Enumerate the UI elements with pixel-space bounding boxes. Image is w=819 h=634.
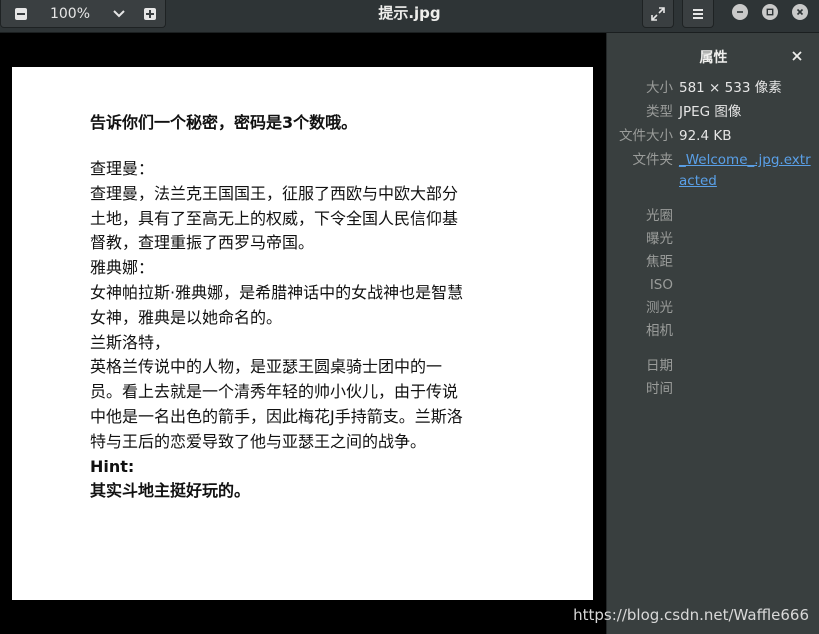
- prop-value: 581 × 533 像素: [679, 80, 782, 96]
- plus-icon: [144, 8, 156, 20]
- hamburger-icon: [693, 8, 703, 19]
- watermark: https://blog.csdn.net/Waffle666: [573, 606, 809, 624]
- image-line: 兰斯洛特，: [90, 332, 171, 352]
- image-line: 女神，雅典是以她命名的。: [90, 307, 283, 327]
- hint-label: Hint:: [90, 456, 135, 476]
- image-line: 英格兰传说中的人物，是亚瑟王圆桌骑士团中的一: [90, 357, 443, 377]
- close-button[interactable]: [792, 4, 808, 20]
- hint-text: 其实斗地主挺好玩的。: [90, 481, 251, 501]
- exif-label-aperture: 光圈: [646, 208, 673, 224]
- folder-link[interactable]: _Welcome_.jpg.extr: [679, 150, 811, 170]
- image-line: 查理曼，法兰克王国国王，征服了西欧与中欧大部分: [90, 183, 459, 203]
- image-line: 雅典娜：: [90, 258, 155, 278]
- chevron-down-icon: [113, 10, 125, 18]
- fullscreen-button[interactable]: [642, 0, 674, 28]
- close-icon: [792, 51, 802, 61]
- prop-value: JPEG 图像: [679, 104, 742, 120]
- exif-label-date: 日期: [646, 358, 673, 374]
- minimize-icon: [737, 11, 743, 13]
- window-title: 提示.jpg: [378, 4, 441, 22]
- exif-label-iso: ISO: [649, 277, 673, 293]
- prop-value: 92.4 KB: [679, 128, 732, 144]
- image-line: 中他是一名出色的箭手，因此梅花J手持箭支。兰斯洛: [90, 406, 463, 426]
- exif-label-time: 时间: [646, 381, 673, 397]
- fullscreen-icon: [651, 6, 665, 21]
- zoom-in-button[interactable]: [140, 4, 160, 24]
- header-bar: 100% 提示.jpg: [0, 0, 819, 33]
- image-line: 督教，查理重振了西罗马帝国。: [90, 233, 315, 253]
- image-line: 查理曼：: [90, 159, 155, 178]
- displayed-image: 告诉你们一个秘密，密码是3个数哦。 查理曼： 查理曼，法兰克王国国王，征服了西欧…: [12, 67, 593, 600]
- minimize-button[interactable]: [732, 4, 748, 20]
- prop-label: 文件大小: [619, 128, 673, 144]
- image-line: 土地，具有了至高无上的权威，下令全国人民信仰基: [90, 208, 459, 228]
- zoom-control: 100%: [0, 0, 166, 28]
- image-text: 告诉你们一个秘密，密码是3个数哦。 查理曼： 查理曼，法兰克王国国王，征服了西欧…: [90, 111, 520, 504]
- image-view[interactable]: 告诉你们一个秘密，密码是3个数哦。 查理曼： 查理曼，法兰克王国国王，征服了西欧…: [0, 33, 606, 634]
- folder-link[interactable]: acted: [679, 171, 717, 191]
- exif-label-focal: 焦距: [646, 254, 673, 270]
- prop-label: 文件夹: [632, 152, 674, 168]
- close-icon: [796, 8, 804, 16]
- minus-icon: [15, 8, 27, 20]
- zoom-value[interactable]: 100%: [39, 4, 101, 24]
- exif-label-metering: 测光: [646, 300, 673, 316]
- exif-label-camera: 相机: [646, 323, 673, 339]
- properties-sidebar: 属性 大小 581 × 533 像素 类型 JPEG 图像 文件大小 92.4 …: [606, 33, 819, 634]
- exif-label-exposure: 曝光: [646, 231, 673, 247]
- sidebar-title: 属性: [699, 50, 728, 66]
- prop-label: 类型: [646, 104, 673, 120]
- maximize-button[interactable]: [762, 4, 778, 20]
- zoom-out-button[interactable]: [11, 4, 31, 24]
- image-headline: 告诉你们一个秘密，密码是3个数哦。: [90, 113, 358, 132]
- maximize-icon: [766, 8, 774, 16]
- menu-button[interactable]: [682, 0, 714, 28]
- sidebar-close-button[interactable]: [790, 48, 804, 62]
- image-line: 女神帕拉斯·雅典娜，是希腊神话中的女战神也是智慧: [90, 282, 464, 302]
- zoom-dropdown-button[interactable]: [109, 4, 129, 24]
- image-line: 特与王后的恋爱导致了他与亚瑟王之间的战争。: [90, 431, 427, 451]
- prop-label: 大小: [646, 80, 673, 96]
- image-line: 员。看上去就是一个清秀年轻的帅小伙儿，由于传说: [90, 382, 459, 402]
